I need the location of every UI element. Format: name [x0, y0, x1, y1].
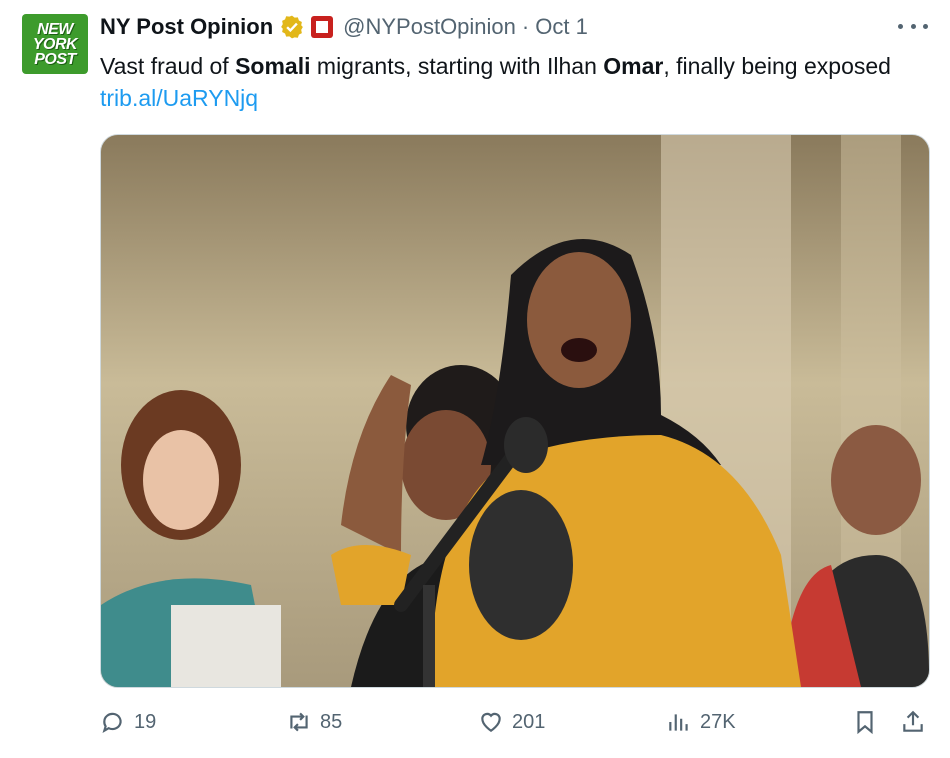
tweet-date[interactable]: Oct 1 [535, 14, 588, 40]
tweet-text: Vast fraud of Somali migrants, starting … [100, 50, 900, 114]
action-bar: 19 85 201 27K [100, 704, 928, 740]
repost-icon [290, 712, 308, 732]
bookmark-button[interactable] [852, 704, 886, 740]
heart-icon [481, 712, 501, 732]
logo-line-3: POST [34, 50, 76, 68]
text-part: , finally being exposed [663, 53, 891, 79]
views-count: 27K [700, 710, 736, 733]
tweet-header: NY Post Opinion @NYPostOpinion · Oct 1 [100, 12, 588, 42]
reply-icon [102, 712, 122, 733]
text-part: Vast fraud of [100, 53, 236, 79]
more-options-icon[interactable] [898, 14, 928, 38]
separator-dot: · [521, 14, 530, 39]
share-icon [903, 710, 923, 732]
account-handle[interactable]: @NYPostOpinion [343, 14, 516, 40]
logo-line-1: NEW [37, 20, 73, 38]
account-name[interactable]: NY Post Opinion [100, 14, 273, 40]
text-bold: Omar [603, 53, 664, 79]
reply-count: 19 [134, 710, 157, 733]
tweet-photo[interactable] [100, 134, 930, 688]
text-bold: Somali [235, 53, 311, 79]
affiliate-badge-icon[interactable] [311, 16, 334, 38]
text-part: migrants, starting with Ilhan [310, 53, 604, 79]
like-button[interactable]: 201 [478, 704, 545, 740]
tweet-link[interactable]: trib.al/UaRYNjq [100, 85, 258, 111]
photo-illustration [101, 135, 929, 687]
like-count: 201 [512, 710, 546, 733]
avatar[interactable]: NEW YORK POST [22, 14, 88, 74]
bookmark-icon [857, 711, 873, 735]
views-button[interactable]: 27K [666, 704, 736, 740]
repost-button[interactable]: 85 [286, 704, 342, 740]
share-button[interactable] [900, 704, 934, 740]
verified-badge-icon [281, 15, 303, 39]
repost-count: 85 [320, 710, 343, 733]
logo-line-2: YORK [32, 35, 78, 53]
views-icon [669, 714, 688, 731]
reply-button[interactable]: 19 [100, 704, 156, 740]
